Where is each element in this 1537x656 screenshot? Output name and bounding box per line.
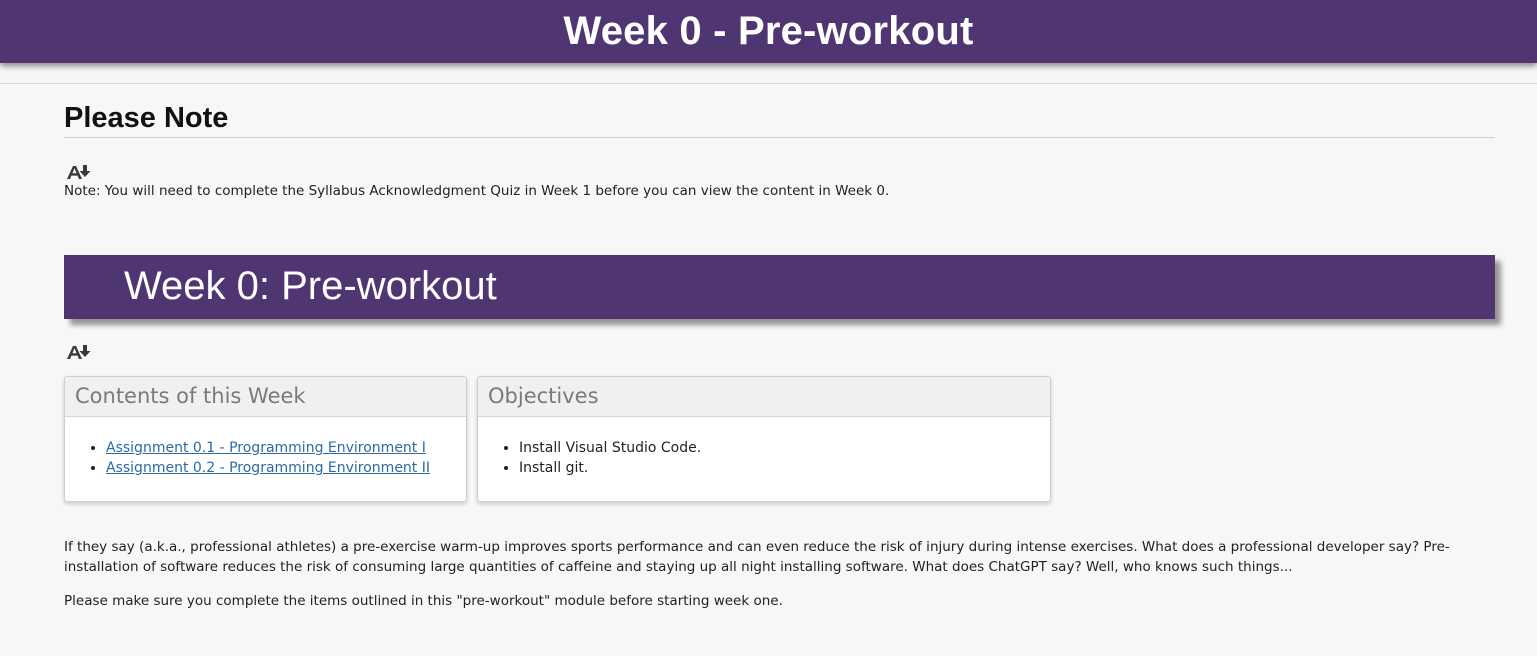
list-item: Assignment 0.2 - Programming Environment… — [106, 458, 430, 478]
please-note-heading: Please Note — [64, 102, 229, 134]
list-item: Install Visual Studio Code. — [519, 438, 701, 458]
intro-paragraph: If they say (a.k.a., professional athlet… — [64, 539, 1450, 575]
assignment-0-2-link[interactable]: Assignment 0.2 - Programming Environment… — [106, 460, 430, 476]
alternative-formats-icon[interactable] — [66, 163, 92, 181]
page-banner: Week 0 - Pre-workout — [0, 0, 1537, 63]
note-text: Note: You will need to complete the Syll… — [64, 183, 890, 199]
contents-list: Assignment 0.1 - Programming Environment… — [65, 438, 430, 478]
list-item: Assignment 0.1 - Programming Environment… — [106, 438, 430, 458]
contents-panel: Contents of this Week Assignment 0.1 - P… — [64, 376, 467, 502]
list-item: Install git. — [519, 458, 701, 478]
objectives-panel-heading: Objectives — [478, 377, 1050, 417]
contents-panel-heading: Contents of this Week — [65, 377, 466, 417]
instruction-paragraph: Please make sure you complete the items … — [64, 593, 783, 609]
objectives-list: Install Visual Studio Code. Install git. — [478, 438, 701, 478]
section-divider — [64, 137, 1495, 138]
week-banner: Week 0: Pre-workout — [64, 255, 1495, 319]
objectives-panel: Objectives Install Visual Studio Code. I… — [477, 376, 1051, 502]
page-title: Week 0 - Pre-workout — [563, 9, 974, 53]
alternative-formats-icon[interactable] — [66, 343, 92, 361]
assignment-0-1-link[interactable]: Assignment 0.1 - Programming Environment… — [106, 440, 426, 456]
week-title: Week 0: Pre-workout — [124, 264, 497, 308]
header-divider — [0, 83, 1537, 84]
